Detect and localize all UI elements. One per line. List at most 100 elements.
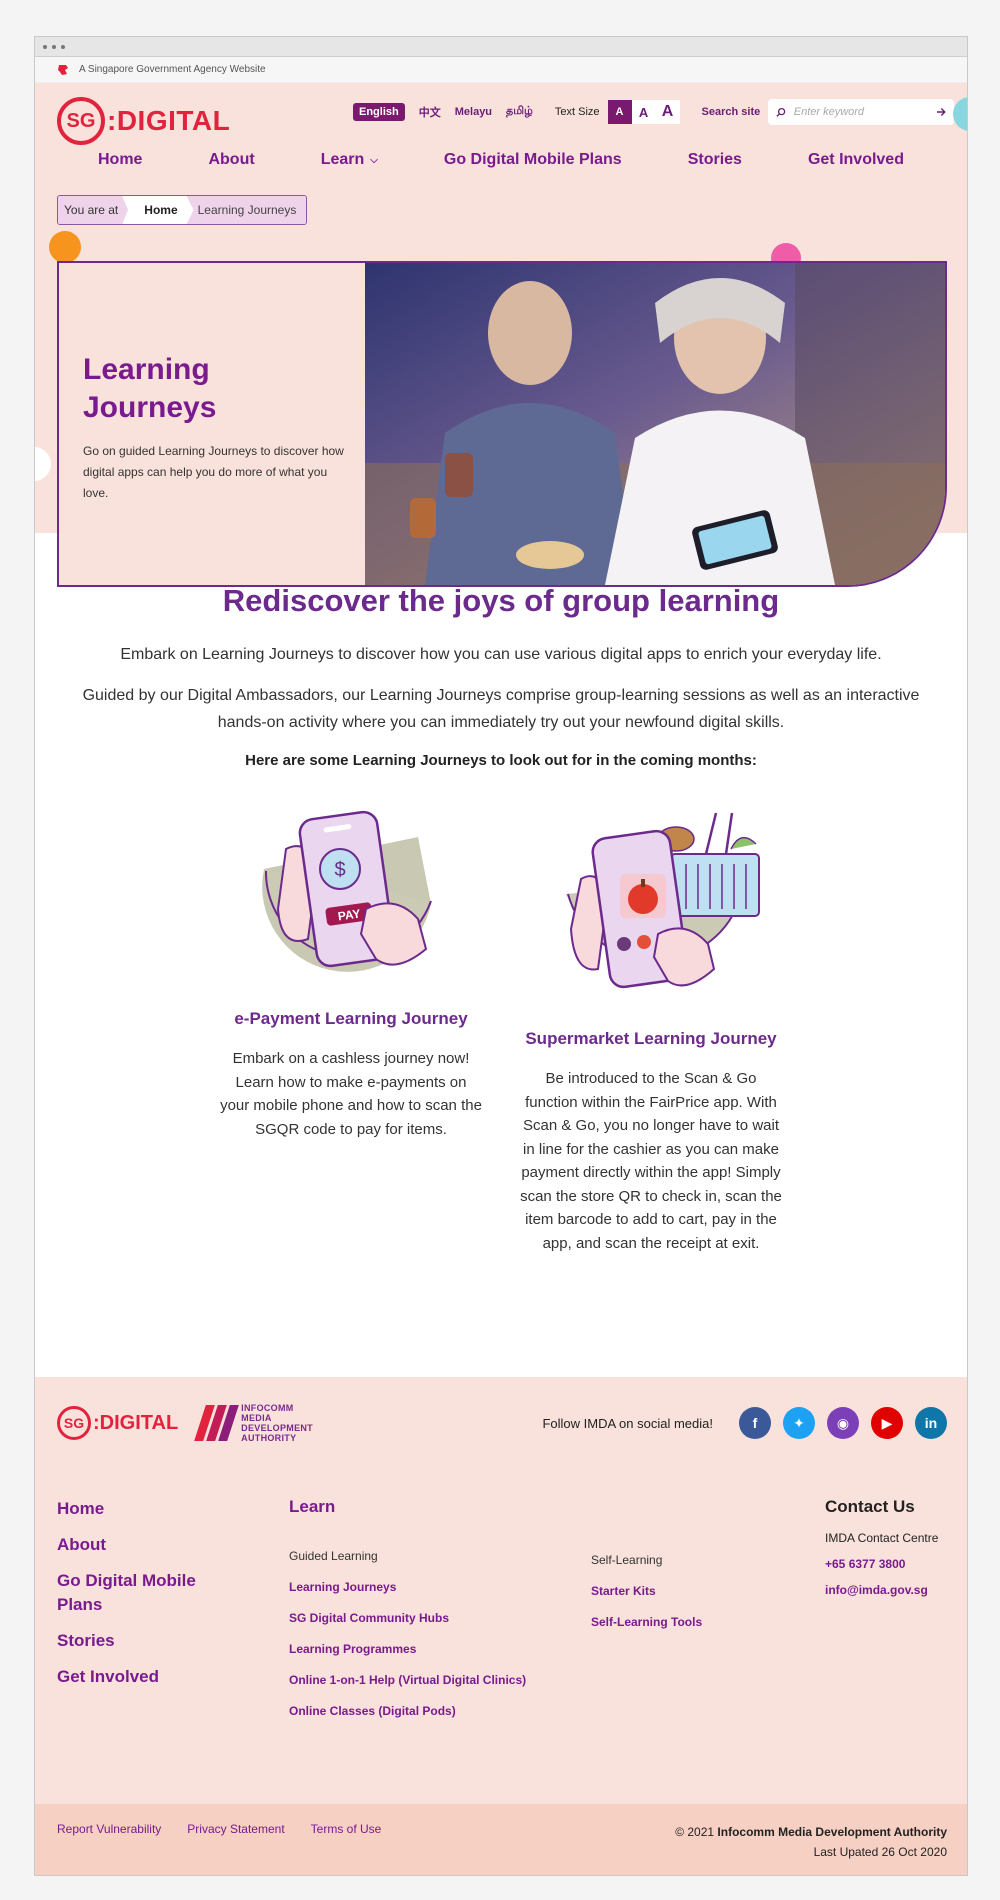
instagram-icon[interactable]: ◉ (827, 1407, 859, 1439)
legal-links: Report Vulnerability Privacy Statement T… (57, 1822, 381, 1836)
footer-link-learning-journeys[interactable]: Learning Journeys (289, 1580, 579, 1594)
seniors-photo-illustration (365, 263, 945, 585)
decorative-circle (49, 231, 81, 263)
nav-go-digital-mobile-plans[interactable]: Go Digital Mobile Plans (444, 151, 622, 169)
footer-self-heading: Self-Learning (591, 1553, 663, 1567)
lang-chinese[interactable]: 中文 (419, 104, 441, 120)
journey-card-supermarket: Supermarket Learning Journey Be introduc… (520, 809, 782, 1255)
footer-learn-heading[interactable]: Learn (289, 1497, 579, 1517)
card-title[interactable]: Supermarket Learning Journey (520, 1027, 782, 1051)
footer-link-virtual-digital-clinics[interactable]: Online 1-on-1 Help (Virtual Digital Clin… (289, 1673, 579, 1687)
browser-window: A Singapore Government Agency Website SG… (34, 36, 968, 1876)
imda-logo-text: INFOCOMM MEDIA DEVELOPMENT AUTHORITY (241, 1403, 313, 1443)
footer-link-go-digital-mobile-plans[interactable]: Go Digital Mobile Plans (57, 1569, 227, 1617)
text-size-large-button[interactable]: A (655, 100, 680, 124)
imda-logo[interactable]: INFOCOMM MEDIA DEVELOPMENT AUTHORITY (194, 1403, 313, 1443)
window-dot (43, 44, 47, 49)
site-footer: SG :DIGITAL INFOCOMM MEDIA DEVELOPMENT A… (35, 1377, 967, 1804)
imda-text-line: INFOCOMM (241, 1403, 294, 1413)
copyright-org: Infocomm Media Development Authority (717, 1825, 947, 1839)
footer-col-main: Home About Go Digital Mobile Plans Stori… (57, 1497, 227, 1701)
journeys-callout: Here are some Learning Journeys to look … (245, 752, 757, 769)
nav-about[interactable]: About (208, 151, 254, 169)
card-description: Embark on a cashless journey now! Learn … (220, 1050, 482, 1138)
facebook-icon[interactable]: f (739, 1407, 771, 1439)
last-updated: Last Upated 26 Oct 2020 (813, 1845, 947, 1859)
search-input[interactable] (793, 106, 937, 118)
lang-malay[interactable]: Melayu (455, 106, 492, 118)
twitter-icon[interactable]: ✦ (783, 1407, 815, 1439)
imda-text-line: AUTHORITY (241, 1433, 297, 1443)
footer-logo-badge: SG (57, 1406, 91, 1440)
footer-link-about[interactable]: About (57, 1533, 227, 1557)
lang-english[interactable]: English (353, 103, 405, 121)
footer-link-self-learning-tools[interactable]: Self-Learning Tools (591, 1615, 791, 1629)
text-size-medium-button[interactable]: A (631, 100, 656, 124)
window-dot (52, 44, 56, 49)
arrow-right-icon[interactable] (936, 107, 947, 117)
contact-email-link[interactable]: info@imda.gov.sg (825, 1583, 955, 1597)
linkedin-icon[interactable]: in (915, 1407, 947, 1439)
text-size-label: Text Size (554, 106, 600, 118)
contact-phone-link[interactable]: +65 6377 3800 (825, 1557, 955, 1571)
card-title[interactable]: e-Payment Learning Journey (220, 1007, 482, 1031)
hero-image (365, 263, 945, 585)
breadcrumb-current: Learning Journeys (185, 196, 307, 224)
search-label: Search site (701, 106, 761, 118)
youtube-icon[interactable]: ▶ (871, 1407, 903, 1439)
search-icon (776, 107, 786, 117)
intro-text: Embark on Learning Journeys to discover … (120, 646, 882, 663)
hero-text: Learning Journeys Go on guided Learning … (59, 263, 365, 585)
breadcrumb: You are at Home Learning Journeys (57, 195, 308, 225)
footer-guided-heading: Guided Learning (289, 1549, 378, 1563)
footer-col-guided: Learn Guided Learning Learning Journeys … (289, 1497, 579, 1718)
chevron-down-icon: ⌵ (370, 154, 378, 166)
text-size-small-button[interactable]: A (607, 100, 632, 124)
nav-label: Get Involved (807, 151, 904, 168)
report-vulnerability-link[interactable]: Report Vulnerability (57, 1822, 161, 1836)
card-description: Be introduced to the Scan & Go function … (520, 1070, 782, 1252)
nav-learn[interactable]: Learn ⌵ (321, 151, 378, 169)
lang-tamil[interactable]: தமிழ் (506, 105, 533, 119)
sg-digital-logo[interactable]: SG :DIGITAL (57, 97, 230, 145)
main-nav: Home About Learn ⌵ Go Digital Mobile Plan… (35, 151, 967, 169)
main-content: Rediscover the joys of group learning Em… (35, 583, 967, 1255)
decorative-circle (953, 97, 967, 131)
browser-chrome (35, 37, 967, 57)
imda-text-line: MEDIA (241, 1413, 272, 1423)
social-links: Follow IMDA on social media! f ✦ ◉ ▶ in (542, 1407, 947, 1439)
lion-head-icon (58, 64, 68, 75)
footer-logo-word: :DIGITAL (93, 1411, 179, 1434)
intro-paragraph: Guided by our Digital Ambassadors, our L… (82, 687, 920, 731)
nav-get-involved[interactable]: Get Involved (808, 151, 904, 169)
breadcrumb-home[interactable]: Home (122, 196, 194, 224)
terms-of-use-link[interactable]: Terms of Use (311, 1822, 382, 1836)
search-box (768, 99, 955, 125)
footer-bottom-bar: Report Vulnerability Privacy Statement T… (35, 1804, 967, 1875)
logo-word: :DIGITAL (107, 105, 231, 136)
contact-heading: Contact Us (825, 1497, 915, 1516)
footer-link-learning-programmes[interactable]: Learning Programmes (289, 1642, 579, 1656)
supermarket-basket-illustration (566, 812, 760, 989)
epayment-phone-illustration: $ PAY (262, 810, 432, 972)
svg-text:$: $ (334, 859, 345, 881)
privacy-statement-link[interactable]: Privacy Statement (187, 1822, 284, 1836)
nav-stories[interactable]: Stories (688, 151, 742, 169)
footer-link-stories[interactable]: Stories (57, 1629, 227, 1653)
footer-logos: SG :DIGITAL INFOCOMM MEDIA DEVELOPMENT A… (57, 1403, 313, 1443)
nav-label: Home (98, 151, 143, 168)
nav-label: Stories (687, 151, 742, 168)
footer-contact: Contact Us IMDA Contact Centre +65 6377 … (825, 1497, 955, 1597)
page-title: Learning Journeys (83, 351, 345, 427)
page-title-line: Journeys (83, 391, 217, 424)
footer-link-community-hubs[interactable]: SG Digital Community Hubs (289, 1611, 579, 1625)
nav-label: Go Digital Mobile Plans (443, 151, 622, 168)
footer-link-starter-kits[interactable]: Starter Kits (591, 1584, 791, 1598)
nav-home[interactable]: Home (98, 151, 142, 169)
hero-description: Go on guided Learning Journeys to discov… (83, 444, 344, 500)
footer-link-get-involved[interactable]: Get Involved (57, 1665, 227, 1689)
contact-name: IMDA Contact Centre (825, 1531, 939, 1545)
imda-text-line: DEVELOPMENT (241, 1423, 313, 1433)
footer-link-digital-pods[interactable]: Online Classes (Digital Pods) (289, 1704, 579, 1718)
footer-link-home[interactable]: Home (57, 1497, 227, 1521)
